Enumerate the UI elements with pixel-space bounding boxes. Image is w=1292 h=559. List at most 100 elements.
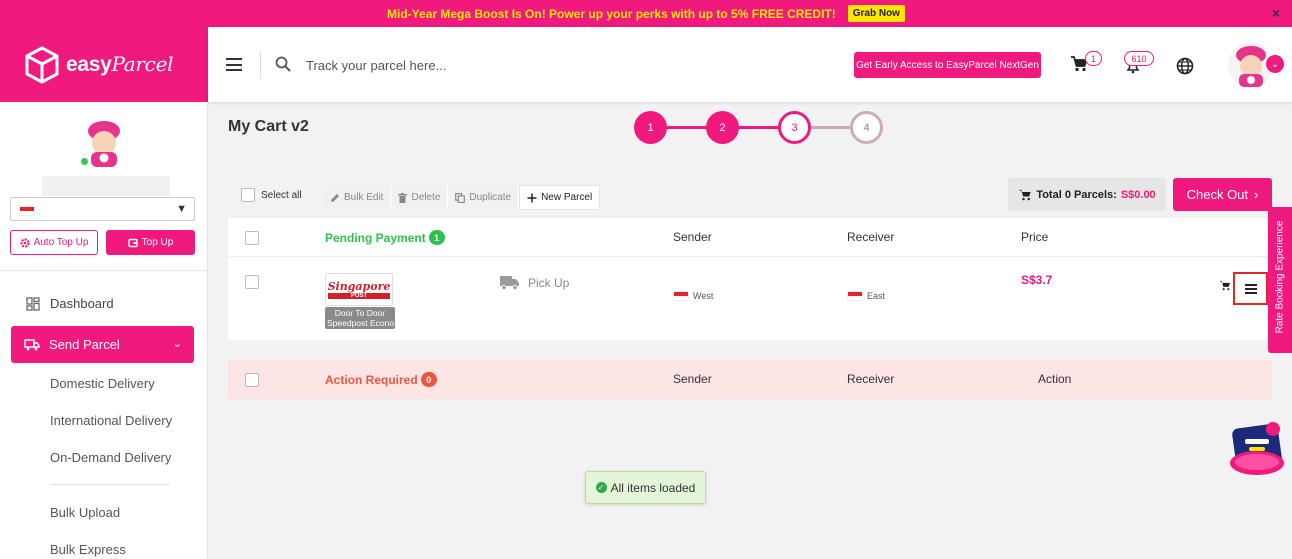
sidebar-item-dashboard[interactable]: Dashboard bbox=[26, 296, 114, 311]
menu-toggle-icon[interactable] bbox=[226, 58, 242, 71]
sidebar-item-on-demand-delivery[interactable]: On-Demand Delivery bbox=[50, 450, 171, 465]
receiver-column-header: Receiver bbox=[847, 372, 895, 386]
sender-area: West bbox=[693, 291, 714, 301]
mega-boost-promo-icon[interactable] bbox=[1228, 420, 1286, 480]
brand-logo[interactable]: easyParcel bbox=[0, 27, 208, 102]
promo-banner: Mid-Year Mega Boost Is On! Power up your… bbox=[0, 0, 1292, 27]
chevron-down-icon[interactable]: ⌄ bbox=[1265, 54, 1285, 74]
singapore-flag-icon bbox=[673, 291, 689, 301]
pickup-label: Pick Up bbox=[528, 276, 570, 290]
receiver-location: East bbox=[847, 291, 885, 301]
pending-payment-header[interactable]: Pending Payment 1 bbox=[325, 230, 445, 245]
row-checkbox[interactable] bbox=[245, 275, 259, 289]
action-required-label: Action Required bbox=[325, 372, 418, 387]
pending-payment-label: Pending Payment bbox=[325, 230, 426, 245]
early-access-button[interactable]: Get Early Access to EasyParcel NextGen bbox=[854, 52, 1041, 78]
auto-top-up-label: Auto Top Up bbox=[33, 237, 89, 248]
bulk-edit-label: Bulk Edit bbox=[344, 192, 384, 203]
row-menu-button[interactable] bbox=[1233, 272, 1268, 305]
parcel-price: S$3.7 bbox=[1021, 273, 1053, 287]
close-icon[interactable]: × bbox=[1272, 5, 1280, 21]
action-required-toggle[interactable]: Action Required 0 bbox=[325, 372, 437, 387]
globe-icon[interactable] bbox=[1176, 57, 1194, 75]
rate-booking-tab[interactable]: Rate Booking Experience bbox=[1268, 207, 1292, 353]
action-count-badge: 0 bbox=[420, 372, 437, 387]
divider bbox=[50, 484, 170, 485]
pencil-icon bbox=[331, 193, 339, 202]
notification-count-badge: 610 bbox=[1124, 51, 1154, 66]
new-parcel-label: New Parcel bbox=[541, 192, 593, 203]
action-column-header: Action bbox=[1038, 372, 1072, 386]
bulk-actions: Bulk Edit Delete Duplicate New Parcel bbox=[323, 185, 601, 210]
service-label: Door To Door Speedpost Econo bbox=[325, 307, 395, 329]
step-2[interactable]: 2 bbox=[706, 111, 739, 144]
logo-text: easyParcel bbox=[66, 52, 174, 76]
total-label: Total 0 Parcels: bbox=[1036, 188, 1117, 201]
courier-logo-bottom: POST bbox=[327, 292, 391, 299]
menu-icon bbox=[1244, 283, 1257, 294]
checkout-button[interactable]: Check Out › bbox=[1173, 178, 1272, 211]
step-1[interactable]: 1 bbox=[634, 111, 667, 144]
auto-top-up-button[interactable]: Auto Top Up bbox=[10, 230, 98, 255]
sidebar-item-international-delivery[interactable]: International Delivery bbox=[50, 413, 172, 428]
top-bar: Get Early Access to EasyParcel NextGen 1… bbox=[208, 27, 1292, 102]
plus-icon bbox=[527, 193, 537, 202]
user-name-placeholder bbox=[42, 176, 170, 196]
select-all-checkbox[interactable] bbox=[241, 188, 255, 202]
sender-column-header: Sender bbox=[673, 372, 712, 386]
duplicate-button[interactable]: Duplicate bbox=[448, 185, 520, 210]
pickup-option[interactable]: Pick Up bbox=[500, 276, 569, 290]
page-title: My Cart v2 bbox=[228, 118, 309, 135]
check-circle-icon: ✓ bbox=[595, 482, 607, 493]
total-amount: S$0.00 bbox=[1120, 188, 1156, 201]
service-line-2: Speedpost Econo bbox=[327, 318, 395, 328]
grab-now-button[interactable]: Grab Now bbox=[847, 5, 905, 22]
promo-text: Mid-Year Mega Boost Is On! Power up your… bbox=[387, 6, 836, 21]
courier-info: Singapore POST Door To Door Speedpost Eco… bbox=[325, 273, 395, 329]
box-logo-icon bbox=[25, 46, 59, 83]
sidebar-item-label: Send Parcel bbox=[49, 337, 120, 352]
track-parcel-input[interactable] bbox=[306, 52, 606, 78]
singapore-flag-icon bbox=[847, 291, 863, 301]
action-required-header: Action Required 0 Sender Receiver Action bbox=[228, 360, 1272, 399]
receiver-column-header: Receiver bbox=[847, 230, 895, 244]
sidebar-item-label: Dashboard bbox=[50, 296, 114, 311]
delete-button[interactable]: Delete bbox=[391, 185, 449, 210]
receiver-area: East bbox=[867, 291, 886, 301]
sidebar-item-bulk-express[interactable]: Bulk Express bbox=[50, 542, 126, 557]
select-group-checkbox[interactable] bbox=[245, 373, 259, 387]
total-parcels-summary: Total 0 Parcels: S$0.00 bbox=[1008, 178, 1166, 211]
copy-icon bbox=[455, 192, 466, 203]
top-up-button[interactable]: Top Up bbox=[106, 230, 195, 255]
step-4[interactable]: 4 bbox=[850, 111, 883, 144]
country-select[interactable]: ▼ bbox=[10, 197, 195, 221]
top-up-label: Top Up bbox=[141, 237, 174, 248]
duplicate-label: Duplicate bbox=[469, 192, 512, 203]
sidebar-item-send-parcel[interactable]: Send Parcel ⌄ bbox=[11, 326, 194, 363]
new-parcel-button[interactable]: New Parcel bbox=[519, 185, 601, 210]
courier-logo: Singapore POST bbox=[325, 273, 393, 306]
truck-icon bbox=[500, 276, 519, 290]
truck-icon bbox=[24, 338, 40, 350]
chevron-right-icon: › bbox=[1254, 187, 1259, 202]
sidebar-item-bulk-upload[interactable]: Bulk Upload bbox=[50, 505, 120, 520]
select-all-label: Select all bbox=[261, 189, 302, 201]
add-to-cart-icon[interactable] bbox=[1219, 280, 1231, 291]
online-status-dot bbox=[80, 157, 89, 166]
pending-count-badge: 1 bbox=[428, 230, 445, 245]
bulk-edit-button[interactable]: Bulk Edit bbox=[323, 185, 392, 210]
search-icon bbox=[275, 56, 291, 72]
chevron-down-icon: ▼ bbox=[176, 203, 187, 215]
select-group-checkbox[interactable] bbox=[245, 231, 259, 245]
toast-notification: ✓ All items loaded bbox=[585, 471, 706, 504]
cart-icon bbox=[1019, 189, 1031, 200]
step-3[interactable]: 3 bbox=[778, 111, 811, 144]
sender-location: West bbox=[673, 291, 713, 301]
divider bbox=[0, 270, 207, 271]
pending-payment-table: Pending Payment 1 Sender Receiver Price … bbox=[228, 218, 1272, 340]
delete-label: Delete bbox=[411, 192, 441, 203]
checkout-label: Check Out bbox=[1186, 187, 1249, 202]
sidebar-item-domestic-delivery[interactable]: Domestic Delivery bbox=[50, 376, 155, 391]
select-all[interactable]: Select all bbox=[241, 188, 302, 202]
trash-icon bbox=[398, 192, 408, 203]
